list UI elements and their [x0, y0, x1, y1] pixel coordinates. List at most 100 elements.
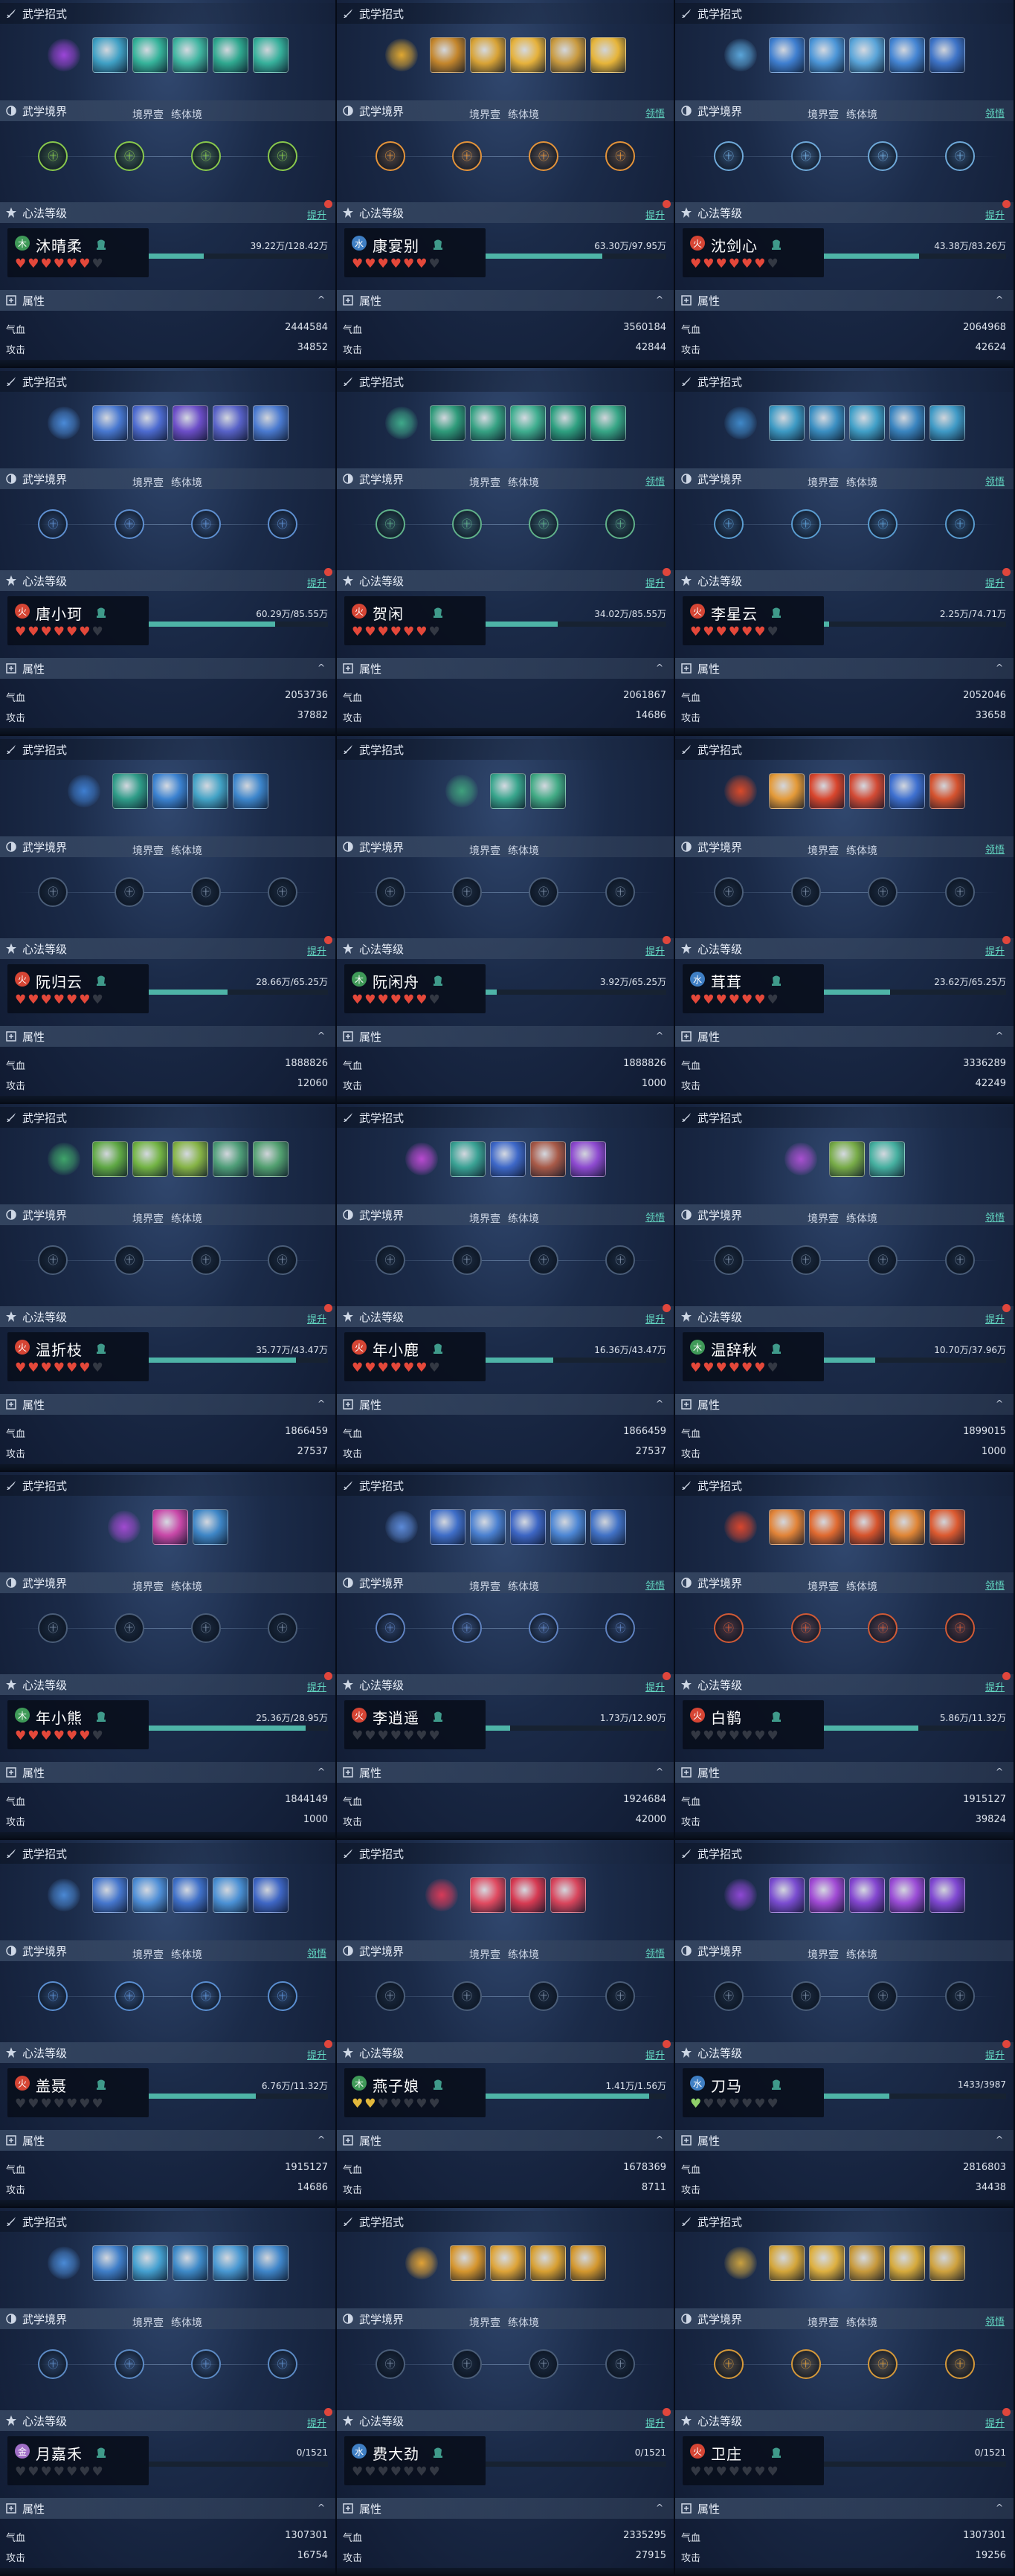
- realm-node-icon[interactable]: ㊉: [451, 141, 482, 171]
- realm-node-icon[interactable]: ㊉: [375, 877, 405, 907]
- collapse-chevron-icon[interactable]: ^: [996, 662, 1003, 673]
- realm-node-icon[interactable]: ㊉: [115, 2349, 145, 2379]
- skill-icon[interactable]: [828, 1141, 865, 1177]
- upgrade-link[interactable]: 提升: [307, 2415, 326, 2430]
- skill-icon[interactable]: [152, 1509, 188, 1545]
- realm-node-icon[interactable]: ㊉: [945, 1981, 976, 2011]
- realm-node-icon[interactable]: ㊉: [190, 877, 221, 907]
- skill-icon[interactable]: [469, 1877, 506, 1913]
- realm-node-icon[interactable]: ㊉: [451, 509, 482, 539]
- collapse-chevron-icon[interactable]: ^: [656, 294, 663, 305]
- realm-node-icon[interactable]: ㊉: [529, 1613, 559, 1643]
- skill-icon[interactable]: [132, 1141, 168, 1177]
- collapse-chevron-icon[interactable]: ^: [318, 1398, 325, 1409]
- skill-icon[interactable]: [768, 1509, 805, 1545]
- skill-icon[interactable]: [212, 1141, 248, 1177]
- collapse-chevron-icon[interactable]: ^: [996, 1398, 1003, 1409]
- skill-icon[interactable]: [212, 37, 248, 73]
- upgrade-link[interactable]: 提升: [645, 207, 665, 222]
- collapse-chevron-icon[interactable]: ^: [318, 1766, 325, 1777]
- realm-node-icon[interactable]: ㊉: [713, 877, 744, 907]
- realm-node-icon[interactable]: ㊉: [375, 2349, 405, 2379]
- skill-icon[interactable]: [929, 405, 965, 441]
- skill-icon[interactable]: [550, 37, 586, 73]
- realm-node-icon[interactable]: ㊉: [190, 141, 221, 171]
- skill-icon[interactable]: [172, 1141, 208, 1177]
- realm-node-icon[interactable]: ㊉: [868, 1981, 898, 2011]
- collapse-chevron-icon[interactable]: ^: [996, 2134, 1003, 2145]
- realm-node-icon[interactable]: ㊉: [713, 1981, 744, 2011]
- realm-node-icon[interactable]: ㊉: [267, 1613, 297, 1643]
- realm-node-icon[interactable]: ㊉: [38, 2349, 68, 2379]
- skill-icon[interactable]: [570, 2245, 606, 2281]
- skill-icon[interactable]: [808, 2245, 845, 2281]
- realm-node-icon[interactable]: ㊉: [945, 1245, 976, 1275]
- realm-node-icon[interactable]: ㊉: [115, 1981, 145, 2011]
- martial-stance-icon[interactable]: [724, 39, 757, 71]
- realm-node-icon[interactable]: ㊉: [190, 1245, 221, 1275]
- skill-icon[interactable]: [489, 1141, 526, 1177]
- skill-icon[interactable]: [132, 2245, 168, 2281]
- upgrade-link[interactable]: 提升: [985, 207, 1005, 222]
- collapse-chevron-icon[interactable]: ^: [318, 1030, 325, 1041]
- skill-icon[interactable]: [929, 37, 965, 73]
- upgrade-link[interactable]: 提升: [645, 2415, 665, 2430]
- realm-comprehend-link[interactable]: 领悟: [307, 1946, 326, 1960]
- martial-stance-icon[interactable]: [47, 1879, 80, 1911]
- skill-icon[interactable]: [192, 773, 228, 809]
- realm-node-icon[interactable]: ㊉: [267, 1245, 297, 1275]
- skill-icon[interactable]: [429, 405, 465, 441]
- realm-node-icon[interactable]: ㊉: [529, 509, 559, 539]
- skill-icon[interactable]: [252, 405, 289, 441]
- skill-icon[interactable]: [172, 2245, 208, 2281]
- skill-icon[interactable]: [172, 405, 208, 441]
- skill-icon[interactable]: [889, 1509, 925, 1545]
- martial-stance-icon[interactable]: [384, 1511, 418, 1543]
- realm-node-icon[interactable]: ㊉: [38, 1245, 68, 1275]
- realm-node-icon[interactable]: ㊉: [868, 509, 898, 539]
- skill-icon[interactable]: [808, 405, 845, 441]
- skill-icon[interactable]: [429, 37, 465, 73]
- upgrade-link[interactable]: 提升: [645, 1311, 665, 1326]
- realm-node-icon[interactable]: ㊉: [868, 877, 898, 907]
- skill-icon[interactable]: [529, 1141, 566, 1177]
- skill-icon[interactable]: [469, 405, 506, 441]
- upgrade-link[interactable]: 提升: [645, 943, 665, 958]
- martial-stance-icon[interactable]: [384, 39, 418, 71]
- realm-node-icon[interactable]: ㊉: [945, 877, 976, 907]
- skill-icon[interactable]: [889, 37, 925, 73]
- skill-icon[interactable]: [848, 1509, 885, 1545]
- upgrade-link[interactable]: 提升: [985, 1679, 1005, 1694]
- martial-stance-icon[interactable]: [384, 407, 418, 439]
- martial-stance-icon[interactable]: [47, 407, 80, 439]
- skill-icon[interactable]: [808, 773, 845, 809]
- skill-icon[interactable]: [91, 2245, 128, 2281]
- skill-icon[interactable]: [132, 1877, 168, 1913]
- martial-stance-icon[interactable]: [724, 775, 757, 807]
- martial-stance-icon[interactable]: [724, 407, 757, 439]
- skill-icon[interactable]: [112, 773, 148, 809]
- realm-node-icon[interactable]: ㊉: [451, 2349, 482, 2379]
- realm-node-icon[interactable]: ㊉: [529, 2349, 559, 2379]
- skill-icon[interactable]: [848, 37, 885, 73]
- realm-node-icon[interactable]: ㊉: [713, 1245, 744, 1275]
- skill-icon[interactable]: [429, 1509, 465, 1545]
- realm-node-icon[interactable]: ㊉: [267, 509, 297, 539]
- skill-icon[interactable]: [550, 1877, 586, 1913]
- martial-stance-icon[interactable]: [107, 1511, 141, 1543]
- realm-node-icon[interactable]: ㊉: [267, 877, 297, 907]
- skill-icon[interactable]: [590, 405, 626, 441]
- skill-icon[interactable]: [91, 405, 128, 441]
- realm-node-icon[interactable]: ㊉: [868, 1245, 898, 1275]
- upgrade-link[interactable]: 提升: [645, 2047, 665, 2062]
- realm-comprehend-link[interactable]: 领悟: [985, 2314, 1005, 2328]
- realm-node-icon[interactable]: ㊉: [451, 1245, 482, 1275]
- realm-node-icon[interactable]: ㊉: [375, 141, 405, 171]
- collapse-chevron-icon[interactable]: ^: [656, 1030, 663, 1041]
- martial-stance-icon[interactable]: [405, 1143, 438, 1175]
- realm-node-icon[interactable]: ㊉: [790, 1613, 821, 1643]
- collapse-chevron-icon[interactable]: ^: [318, 2134, 325, 2145]
- realm-comprehend-link[interactable]: 领悟: [645, 1946, 665, 1960]
- realm-node-icon[interactable]: ㊉: [945, 1613, 976, 1643]
- skill-icon[interactable]: [489, 773, 526, 809]
